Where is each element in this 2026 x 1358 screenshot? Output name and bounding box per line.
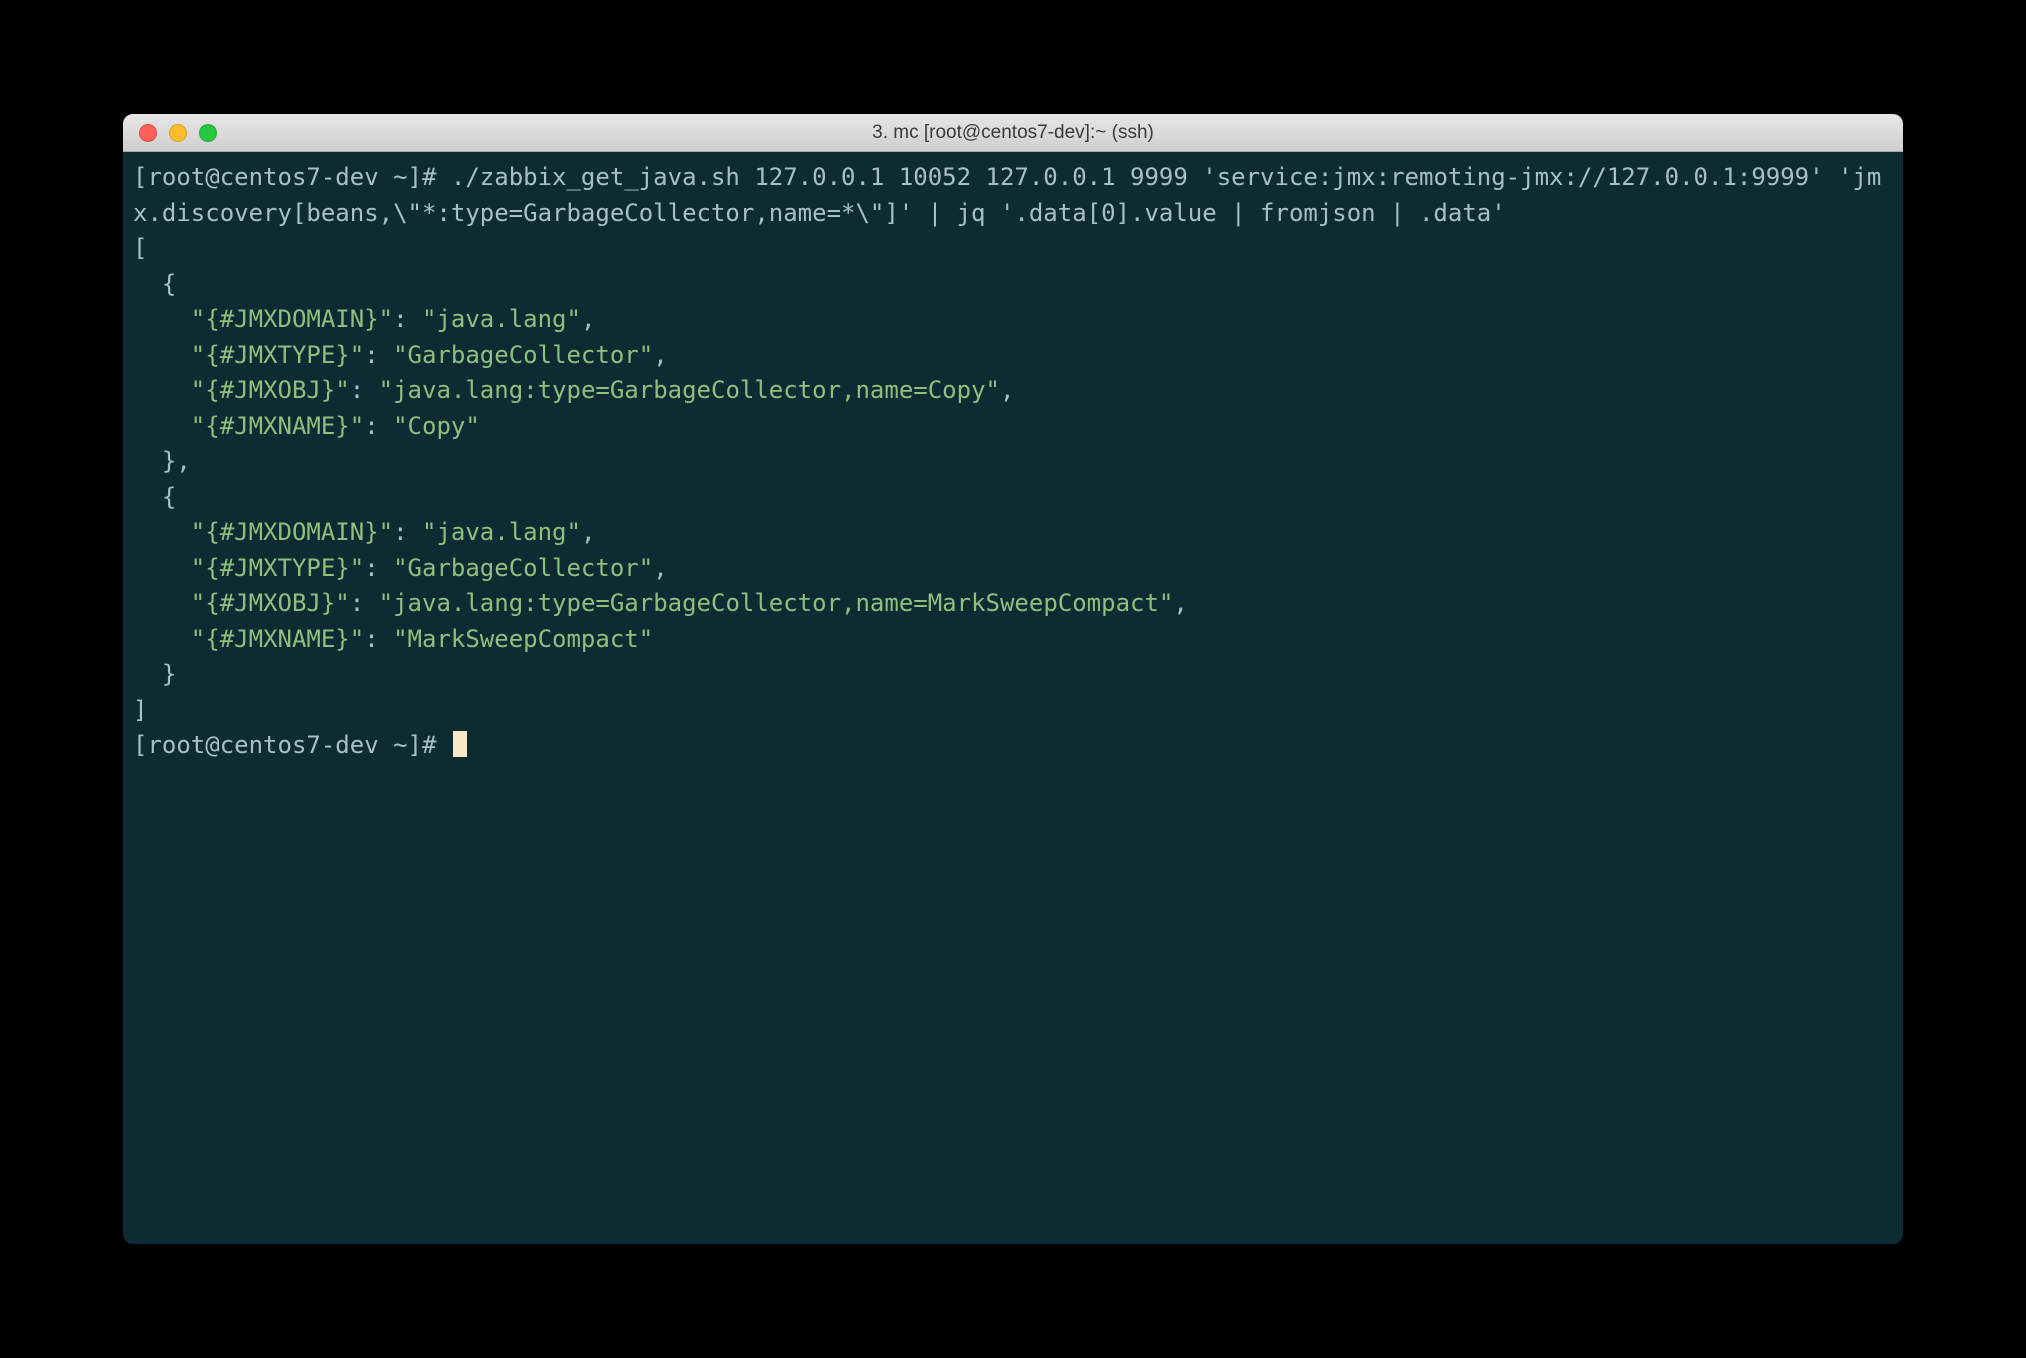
maximize-button[interactable] bbox=[199, 124, 217, 142]
terminal-window: 3. mc [root@centos7-dev]:~ (ssh) [root@c… bbox=[123, 114, 1903, 1244]
minimize-button[interactable] bbox=[169, 124, 187, 142]
traffic-lights bbox=[123, 124, 217, 142]
shell-prompt: [root@centos7-dev ~]# bbox=[133, 731, 451, 759]
json-object-close: } bbox=[133, 660, 176, 688]
json-object-open: { bbox=[133, 483, 176, 511]
json-line: "{#JMXNAME}": "Copy" bbox=[133, 412, 480, 440]
json-line: "{#JMXNAME}": "MarkSweepCompact" bbox=[133, 625, 653, 653]
json-line: "{#JMXDOMAIN}": "java.lang", bbox=[133, 518, 595, 546]
json-line: "{#JMXOBJ}": "java.lang:type=GarbageColl… bbox=[133, 376, 1014, 404]
json-bracket-open: [ bbox=[133, 234, 147, 262]
shell-prompt: [root@centos7-dev ~]# bbox=[133, 163, 451, 191]
json-bracket-close: ] bbox=[133, 696, 147, 724]
json-object-open: { bbox=[133, 270, 176, 298]
titlebar[interactable]: 3. mc [root@centos7-dev]:~ (ssh) bbox=[123, 114, 1903, 152]
json-line: "{#JMXOBJ}": "java.lang:type=GarbageColl… bbox=[133, 589, 1188, 617]
cursor-icon bbox=[453, 731, 467, 757]
json-object-close: }, bbox=[133, 447, 191, 475]
json-line: "{#JMXDOMAIN}": "java.lang", bbox=[133, 305, 595, 333]
json-line: "{#JMXTYPE}": "GarbageCollector", bbox=[133, 554, 668, 582]
terminal-body[interactable]: [root@centos7-dev ~]# ./zabbix_get_java.… bbox=[123, 152, 1903, 1244]
close-button[interactable] bbox=[139, 124, 157, 142]
window-title: 3. mc [root@centos7-dev]:~ (ssh) bbox=[123, 122, 1903, 144]
json-line: "{#JMXTYPE}": "GarbageCollector", bbox=[133, 341, 668, 369]
